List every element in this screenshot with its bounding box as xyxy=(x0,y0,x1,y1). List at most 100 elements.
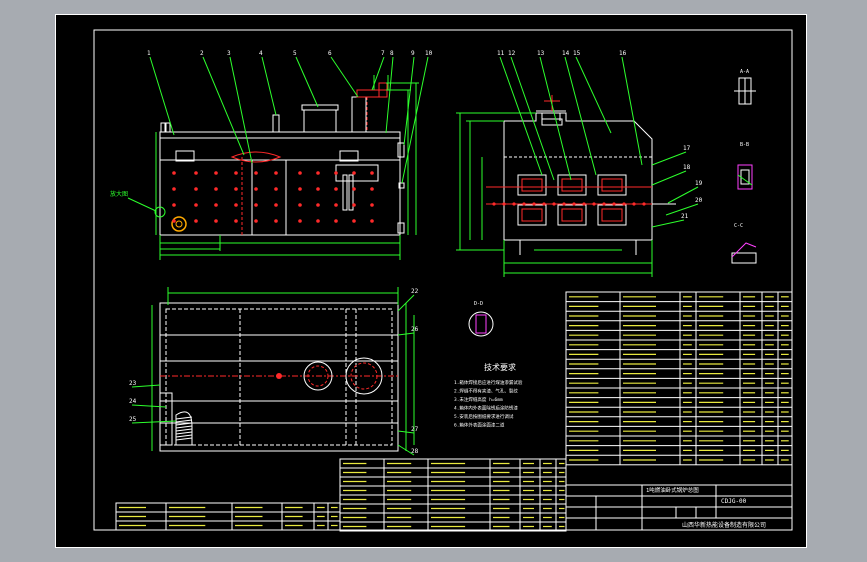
hatch-line xyxy=(175,416,193,420)
leader-line xyxy=(651,151,687,166)
tube-hole xyxy=(214,171,218,175)
tube-hole xyxy=(334,187,338,191)
tech-line: 6.箱体外表面涂面漆二道 xyxy=(454,422,505,429)
hatch-line xyxy=(175,419,193,423)
tube-hole xyxy=(194,187,198,191)
balloon-18: 18 xyxy=(683,164,691,171)
balloon-6: 6 xyxy=(328,50,332,57)
tube-block-inner xyxy=(521,208,543,222)
section-details: A-A B-B C-C D-D xyxy=(468,69,757,337)
leader-line xyxy=(401,56,429,184)
leader-line xyxy=(575,56,612,134)
leader-line xyxy=(261,56,277,116)
top-view xyxy=(151,287,415,452)
tech-line: 5.安装后按图纸要求进行调试 xyxy=(454,413,514,420)
section-label: C-C xyxy=(734,223,743,229)
table-frame xyxy=(115,502,341,531)
parts-list-left xyxy=(115,502,341,531)
tube-hole xyxy=(254,219,258,223)
balloon-19: 19 xyxy=(695,180,703,187)
balloon-20: 20 xyxy=(695,197,703,204)
tube-hole xyxy=(316,203,320,207)
hatch-line xyxy=(175,428,193,432)
tube-hole xyxy=(234,219,238,223)
parts-list-middle xyxy=(339,458,567,532)
tube-hole xyxy=(334,171,338,175)
title-block: 1吨燃油卧式锅炉总图 CDJG-00 山西华新热能设备制造有限公司 xyxy=(565,484,793,531)
balloon-13: 13 xyxy=(537,50,545,57)
tube-hole xyxy=(274,203,278,207)
tube-hole xyxy=(370,171,374,175)
section-label: D-D xyxy=(474,301,483,307)
cad-drawing: 放大图 A-A B-B C-C D-D 技术要求 1.箱体焊接后应进行煤油渗漏试… xyxy=(93,29,793,532)
tube-hole xyxy=(234,187,238,191)
balloon-14: 14 xyxy=(562,50,570,57)
tube-hole xyxy=(334,219,338,223)
technical-requirements: 技术要求 1.箱体焊接后应进行煤油渗漏试验 2.焊缝不得有夹渣、气孔、裂纹3.未注… xyxy=(454,362,523,429)
tech-line: 2.焊缝不得有夹渣、气孔、裂纹 xyxy=(454,388,518,395)
tube-hole xyxy=(194,203,198,207)
tube-hole xyxy=(370,203,374,207)
balloon-4: 4 xyxy=(259,50,263,57)
leader-line xyxy=(621,56,643,166)
balloon-12: 12 xyxy=(508,50,516,57)
tube-hole xyxy=(298,171,302,175)
tube-hole xyxy=(254,171,258,175)
balloon-23: 23 xyxy=(129,380,137,387)
tube-hole xyxy=(316,171,320,175)
leader-line xyxy=(667,186,699,204)
tech-title: 技术要求 xyxy=(484,362,516,372)
tech-line: 4.箱体内外表面除锈后涂防锈漆 xyxy=(454,405,518,412)
leader-line xyxy=(202,56,245,156)
tube-hole xyxy=(352,203,356,207)
tube-hole xyxy=(370,219,374,223)
tube-hole xyxy=(334,203,338,207)
tube-hole xyxy=(298,203,302,207)
balloon-21: 21 xyxy=(681,213,689,220)
tube-block-inner xyxy=(561,178,583,192)
tube-hole xyxy=(274,187,278,191)
balloon-22: 22 xyxy=(411,288,419,295)
tube-block-inner xyxy=(521,178,543,192)
tube-hole xyxy=(194,171,198,175)
balloon-7: 7 xyxy=(381,50,385,57)
tube-block-inner xyxy=(601,208,623,222)
tube-hole xyxy=(194,219,198,223)
hatch-line xyxy=(175,437,193,441)
balloon-28: 28 xyxy=(411,448,419,455)
tube-hole xyxy=(172,171,176,175)
tube-hole xyxy=(316,219,320,223)
balloon-11: 11 xyxy=(497,50,505,57)
balloon-27: 27 xyxy=(411,426,419,433)
tech-line: 1.箱体焊接后应进行煤油渗漏试验 xyxy=(454,379,523,386)
balloon-1: 1 xyxy=(147,50,151,57)
section-label: B-B xyxy=(740,142,749,148)
balloon-16: 16 xyxy=(619,50,627,57)
tube-hole xyxy=(370,187,374,191)
balloon-25: 25 xyxy=(129,416,137,423)
tube-hole xyxy=(254,187,258,191)
balloon-24: 24 xyxy=(129,398,137,405)
tube-hole xyxy=(352,171,356,175)
tube-hole xyxy=(274,171,278,175)
tube-hole xyxy=(352,187,356,191)
tube-hole xyxy=(298,187,302,191)
balloon-10: 10 xyxy=(425,50,433,57)
drawing-title: 1吨燃油卧式锅炉总图 xyxy=(646,486,699,494)
tube-block-inner xyxy=(561,208,583,222)
tube-hole xyxy=(172,187,176,191)
parts-list-right xyxy=(565,291,793,466)
tube-block-inner xyxy=(601,178,623,192)
tube-hole xyxy=(234,203,238,207)
section-label: A-A xyxy=(740,69,749,75)
tube-hole xyxy=(214,203,218,207)
drawing-number: CDJG-00 xyxy=(721,498,747,505)
leader-line xyxy=(371,56,385,91)
leader-line xyxy=(131,404,167,408)
balloon-5: 5 xyxy=(293,50,297,57)
drawing-viewport[interactable]: 放大图 A-A B-B C-C D-D 技术要求 1.箱体焊接后应进行煤油渗漏试… xyxy=(55,14,807,548)
balloon-17: 17 xyxy=(683,145,691,152)
balloon-label: 放大图 xyxy=(110,190,128,198)
tube-hole xyxy=(172,203,176,207)
balloon-9: 9 xyxy=(411,50,415,57)
